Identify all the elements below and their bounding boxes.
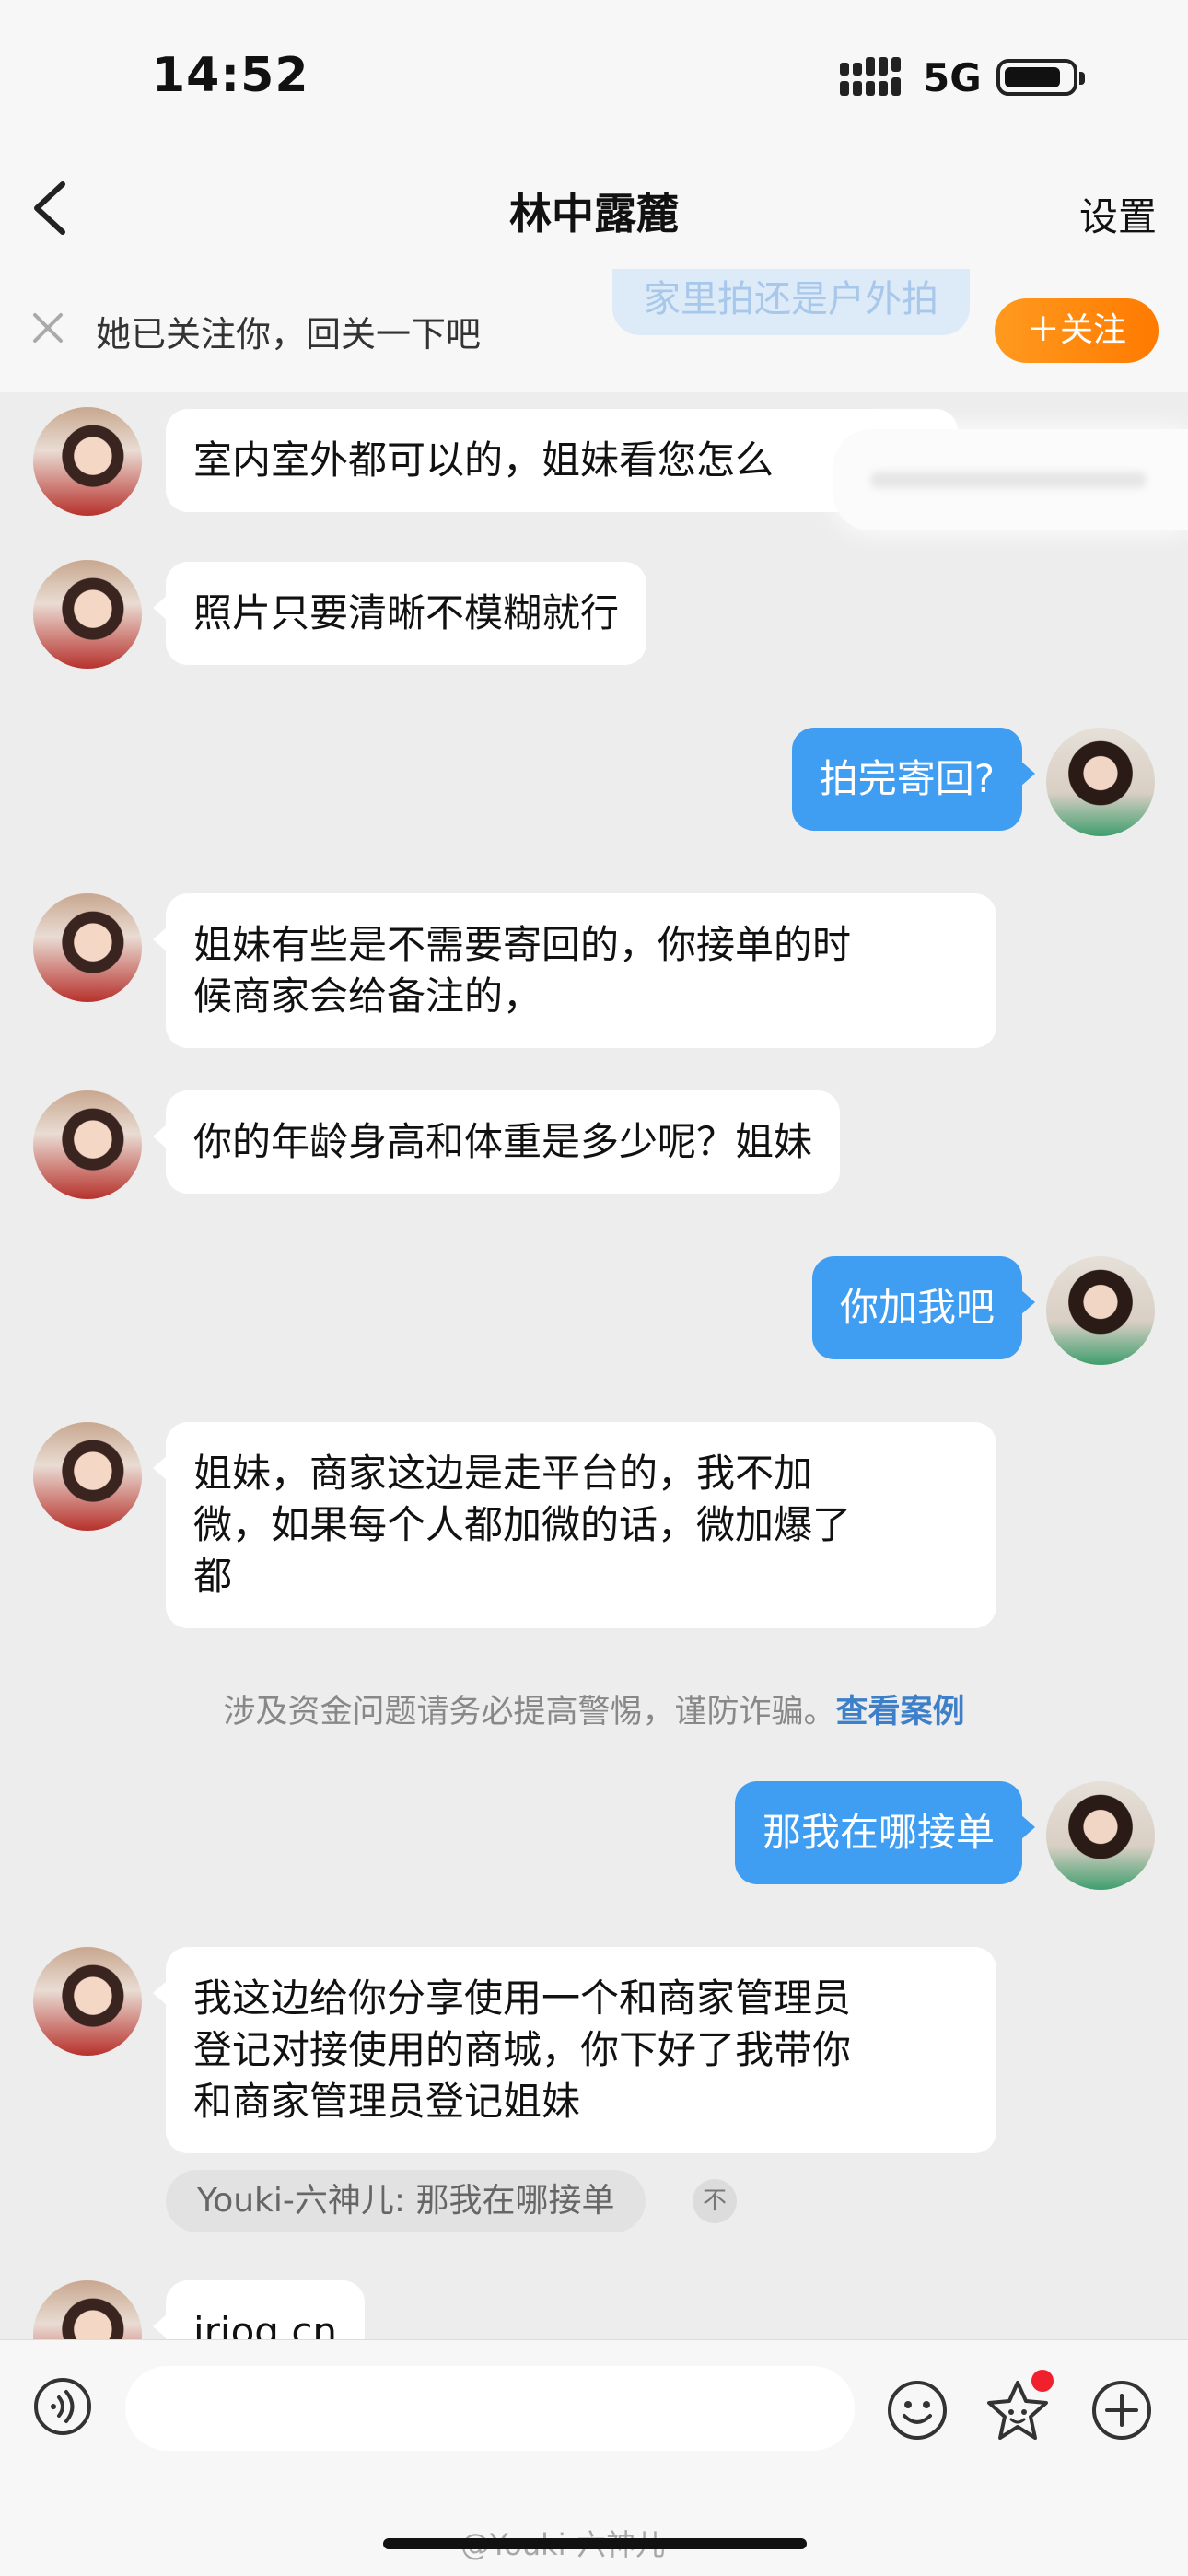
close-icon[interactable] bbox=[28, 308, 68, 348]
message-input[interactable] bbox=[125, 2366, 855, 2451]
redacted-overlay bbox=[833, 429, 1188, 530]
chat-title: 林中露麓 bbox=[509, 189, 679, 239]
contact-avatar[interactable] bbox=[33, 1090, 142, 1199]
message-line: 姐妹有些是不需要寄回的，你接单的时 bbox=[193, 922, 852, 967]
fraud-warning-text: 涉及资金问题请务必提高警惕，谨防诈骗。 bbox=[223, 1694, 836, 1731]
follow-banner: 家里拍还是户外拍 她已关注你，回关一下吧 ＋关注 bbox=[0, 269, 1188, 392]
message-bubble[interactable]: 姐妹有些是不需要寄回的，你接单的时 候商家会给备注的， bbox=[153, 893, 996, 1048]
contact-avatar[interactable] bbox=[33, 893, 142, 1002]
message-bubble-sent[interactable]: 那我在哪接单 bbox=[734, 1781, 1036, 1884]
follow-prompt: 她已关注你，回关一下吧 bbox=[96, 314, 482, 355]
message-line: 都 bbox=[193, 1554, 233, 1599]
message-line: 姐妹，商家这边是走平台的，我不加 bbox=[193, 1451, 813, 1496]
message-line: 我这边给你分享使用一个和商家管理员 bbox=[193, 1976, 852, 2021]
follow-button[interactable]: ＋关注 bbox=[995, 298, 1159, 363]
view-cases-link[interactable]: 查看案例 bbox=[836, 1694, 965, 1731]
quote-collapse-icon[interactable]: 不 bbox=[693, 2179, 737, 2223]
battery-icon bbox=[996, 59, 1085, 96]
status-time: 14:52 bbox=[152, 48, 309, 103]
plus-icon[interactable] bbox=[1090, 2379, 1153, 2442]
contact-avatar[interactable] bbox=[33, 1947, 142, 2056]
message-line: 微，如果每个人都加微的话，微加爆了 bbox=[193, 1502, 852, 1547]
message-line: 和商家管理员登记姐妹 bbox=[193, 2079, 581, 2124]
message-bubble-sent[interactable]: 你加我吧 bbox=[811, 1256, 1036, 1359]
voice-icon[interactable] bbox=[33, 2377, 92, 2436]
settings-button[interactable]: 设置 bbox=[1079, 186, 1157, 242]
home-indicator[interactable] bbox=[383, 2538, 807, 2549]
fraud-warning: 涉及资金问题请务必提高警惕，谨防诈骗。查看案例 bbox=[0, 1685, 1188, 1732]
message-bubble[interactable]: 照片只要清晰不模糊就行 bbox=[152, 562, 647, 665]
message-bubble[interactable]: 我这边给你分享使用一个和商家管理员 登记对接使用的商城，你下好了我带你 和商家管… bbox=[153, 1947, 996, 2153]
contact-avatar[interactable] bbox=[33, 1422, 142, 1531]
network-type: 5G bbox=[923, 55, 982, 100]
cellular-signal-icon bbox=[840, 57, 901, 96]
ghost-bubble-text: 家里拍还是户外拍 bbox=[612, 269, 970, 335]
user-avatar[interactable] bbox=[1046, 728, 1155, 836]
notification-dot bbox=[1031, 2370, 1054, 2392]
contact-avatar[interactable] bbox=[33, 407, 142, 516]
contact-avatar[interactable] bbox=[33, 560, 142, 669]
nav-bar: 林中露麓 设置 bbox=[0, 147, 1188, 270]
message-bubble[interactable]: 你的年龄身高和体重是多少呢？姐妹 bbox=[152, 1090, 841, 1194]
quoted-reply[interactable]: Youki-六神儿: 那我在哪接单 bbox=[166, 2170, 646, 2232]
emoji-icon[interactable] bbox=[886, 2379, 949, 2442]
sticker-button[interactable] bbox=[984, 2370, 1054, 2445]
user-avatar[interactable] bbox=[1046, 1781, 1155, 1890]
status-bar: 14:52 5G bbox=[0, 0, 1188, 147]
message-line: 登记对接使用的商城，你下好了我带你 bbox=[193, 2027, 852, 2072]
message-bubble-sent[interactable]: 拍完寄回? bbox=[791, 728, 1036, 831]
message-bubble[interactable]: 姐妹，商家这边是走平台的，我不加 微，如果每个人都加微的话，微加爆了 都 bbox=[153, 1422, 996, 1628]
message-line: 候商家会给备注的， bbox=[193, 973, 542, 1019]
user-avatar[interactable] bbox=[1046, 1256, 1155, 1365]
